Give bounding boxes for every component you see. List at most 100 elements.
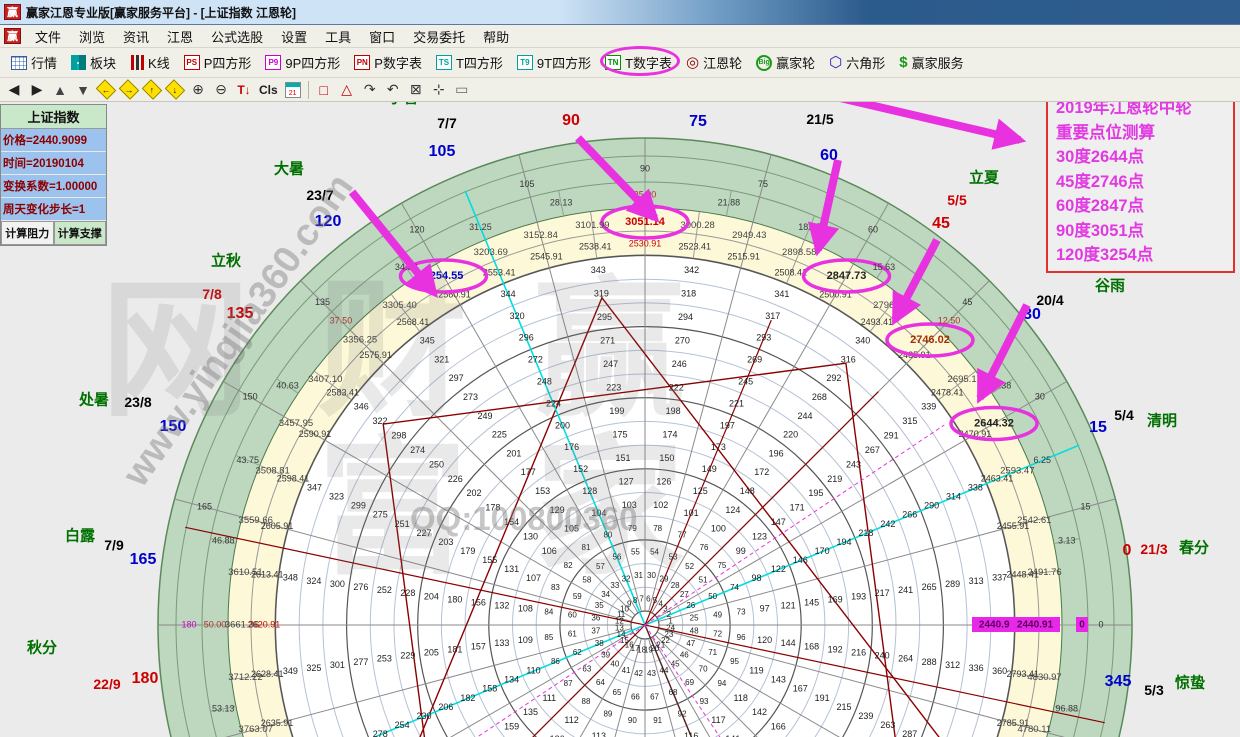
diamond-left-button[interactable]: ← <box>96 79 117 100</box>
svg-text:69: 69 <box>685 678 694 687</box>
up-solid-button[interactable]: ▲ <box>52 81 68 99</box>
svg-text:2847.73: 2847.73 <box>827 270 867 282</box>
svg-text:203: 203 <box>438 537 453 547</box>
svg-text:268: 268 <box>812 392 827 402</box>
svg-text:153: 153 <box>535 486 550 496</box>
toolbar-button-sectors[interactable]: 板块 <box>66 51 121 74</box>
rotate-ccw-button[interactable]: ↶ <box>385 81 401 99</box>
calc-support-button[interactable]: 计算支撑 <box>54 221 107 245</box>
svg-text:250: 250 <box>429 459 444 469</box>
svg-text:135: 135 <box>523 707 538 717</box>
menu-item-2[interactable]: 资讯 <box>114 25 158 48</box>
svg-text:53.13: 53.13 <box>212 703 235 713</box>
toolbar-button-9p-square[interactable]: P99P四方形 <box>260 51 345 74</box>
svg-text:85: 85 <box>544 633 553 642</box>
svg-text:28.13: 28.13 <box>550 198 573 208</box>
calendar-button[interactable]: 21 <box>285 82 301 98</box>
toolbar-button-winner-wheel[interactable]: Big赢家轮 <box>751 51 820 74</box>
diamond-up-button[interactable]: ↑ <box>142 79 163 100</box>
svg-text:273: 273 <box>463 392 478 402</box>
toolbar-button-winner-service[interactable]: $赢家服务 <box>894 51 968 74</box>
svg-text:289: 289 <box>945 579 960 589</box>
svg-text:38: 38 <box>595 639 604 648</box>
svg-text:265: 265 <box>922 582 937 592</box>
screen-tool-button[interactable]: ▭ <box>454 81 470 99</box>
p9-badge-icon: P9 <box>265 55 281 70</box>
svg-text:45: 45 <box>671 659 680 668</box>
triangle-tool-button[interactable]: △ <box>339 81 355 99</box>
svg-text:337: 337 <box>992 573 1007 583</box>
svg-text:176: 176 <box>564 442 579 452</box>
menu-item-1[interactable]: 浏览 <box>70 25 114 48</box>
svg-text:33: 33 <box>610 581 619 590</box>
svg-text:227: 227 <box>417 528 432 538</box>
toolbar-button-9t-square[interactable]: T99T四方形 <box>512 51 596 74</box>
svg-text:80: 80 <box>603 531 612 540</box>
toolbar-button-p-square[interactable]: PSP四方形 <box>179 51 257 74</box>
svg-text:92: 92 <box>678 710 687 719</box>
svg-text:67: 67 <box>650 693 659 702</box>
menu-item-9[interactable]: 帮助 <box>474 25 518 48</box>
svg-text:0: 0 <box>1079 620 1085 631</box>
svg-text:3.13: 3.13 <box>1058 535 1076 545</box>
svg-text:97: 97 <box>760 604 770 614</box>
cls-button[interactable]: Cls <box>259 81 278 99</box>
svg-text:50: 50 <box>708 592 717 601</box>
annotation-box: 2019年江恩轮中轮重要点位测算30度2644点45度2746点60度2847点… <box>1046 88 1235 273</box>
toolbar-button-p-number-table[interactable]: PNP数字表 <box>349 51 427 74</box>
menu-item-0[interactable]: 文件 <box>26 25 70 48</box>
svg-text:264: 264 <box>898 654 913 664</box>
diamond-down-button[interactable]: ↓ <box>165 79 186 100</box>
toolbar-button-quotes[interactable]: 行情 <box>6 51 62 74</box>
svg-text:2575.91: 2575.91 <box>359 350 392 360</box>
svg-text:151: 151 <box>616 453 631 463</box>
svg-text:26: 26 <box>686 601 695 610</box>
svg-text:202: 202 <box>467 488 482 498</box>
svg-text:276: 276 <box>353 582 368 592</box>
svg-text:94: 94 <box>717 679 726 688</box>
svg-text:35: 35 <box>595 601 604 610</box>
svg-text:166: 166 <box>771 722 786 732</box>
svg-text:95: 95 <box>730 657 739 666</box>
toolbar-button-kline[interactable]: K线 <box>125 51 175 74</box>
time-axis-button[interactable]: T↓ <box>236 81 252 99</box>
menu-item-8[interactable]: 交易委托 <box>404 25 474 48</box>
center-tool-button[interactable]: ⊹ <box>431 81 447 99</box>
square-tool-button[interactable]: □ <box>316 81 332 99</box>
menu-item-7[interactable]: 窗口 <box>360 25 404 48</box>
toolbar-button-hexagon[interactable]: ⬡六角形 <box>824 51 890 74</box>
svg-text:228: 228 <box>400 588 415 598</box>
drawing-toolbar: ◀ ▶ ▲ ▼ ←→↑↓⊕ ⊖ T↓ Cls 21 □ △ ↷ ↶ ⊠ ⊹ ▭ <box>0 78 1240 102</box>
svg-text:25: 25 <box>690 614 699 623</box>
toolbar-button-t-square[interactable]: TST四方形 <box>431 51 508 74</box>
prev-button[interactable]: ◀ <box>6 81 22 99</box>
down-solid-button[interactable]: ▼ <box>75 81 91 99</box>
svg-text:251: 251 <box>395 519 410 529</box>
menu-item-4[interactable]: 公式选股 <box>202 25 272 48</box>
menu-item-5[interactable]: 设置 <box>272 25 316 48</box>
calc-resistance-button[interactable]: 计算阻力 <box>1 221 54 245</box>
svg-text:226: 226 <box>448 474 463 484</box>
svg-text:158: 158 <box>482 684 497 694</box>
svg-text:82: 82 <box>564 561 573 570</box>
xbox-tool-button[interactable]: ⊠ <box>408 81 424 99</box>
svg-text:245: 245 <box>738 377 753 387</box>
svg-text:242: 242 <box>880 519 895 529</box>
diamond-right-button[interactable]: → <box>119 79 140 100</box>
svg-text:40.63: 40.63 <box>276 380 299 390</box>
svg-text:148: 148 <box>740 486 755 496</box>
svg-text:217: 217 <box>875 588 890 598</box>
toolbar-button-gann-wheel[interactable]: ◎江恩轮 <box>681 51 747 74</box>
svg-text:301: 301 <box>330 660 345 670</box>
zoom-in-button[interactable]: ⊕ <box>190 81 206 99</box>
svg-text:56: 56 <box>613 552 622 561</box>
zoom-out-button[interactable]: ⊖ <box>213 81 229 99</box>
rotate-cw-button[interactable]: ↷ <box>362 81 378 99</box>
toolbar-label-9t-square: 9T四方形 <box>537 53 591 72</box>
svg-text:345: 345 <box>420 336 435 346</box>
svg-text:32: 32 <box>622 574 631 583</box>
menu-item-3[interactable]: 江恩 <box>158 25 202 48</box>
toolbar-button-t-number-table[interactable]: TNT数字表 <box>600 51 677 74</box>
menu-item-6[interactable]: 工具 <box>316 25 360 48</box>
next-button[interactable]: ▶ <box>29 81 45 99</box>
